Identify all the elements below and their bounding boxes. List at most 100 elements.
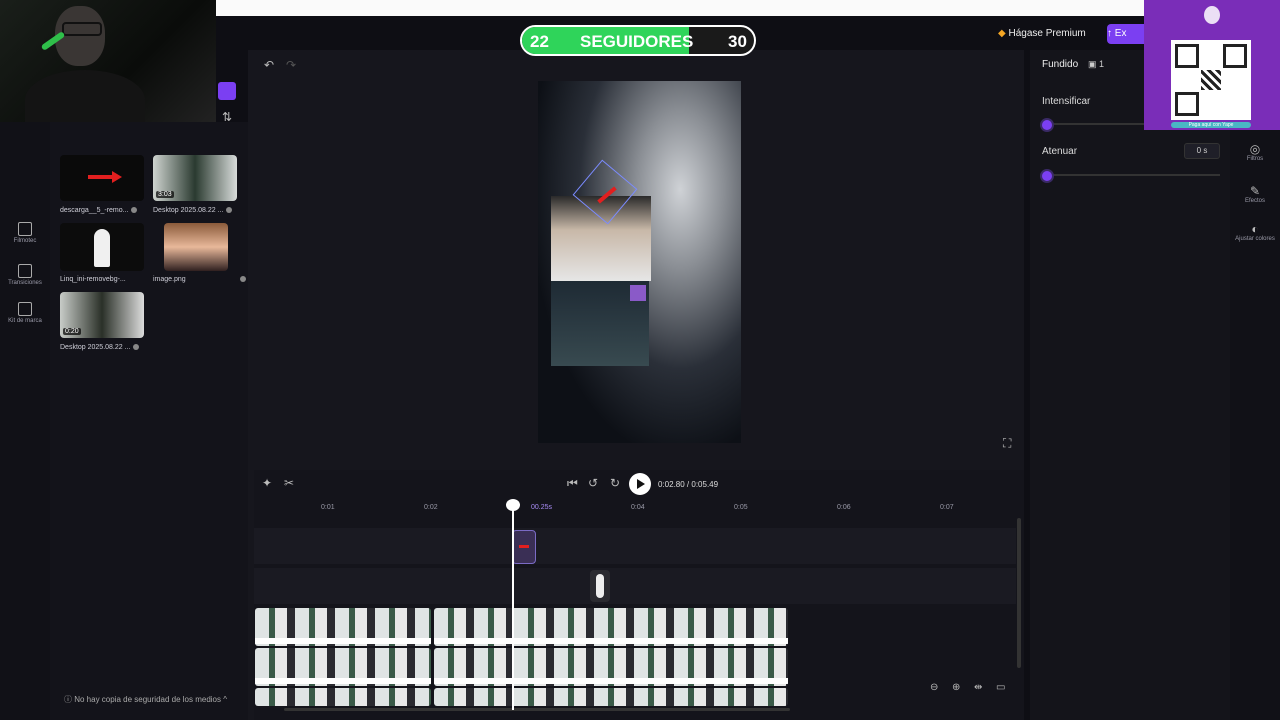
fade-out-label: Atenuar bbox=[1042, 146, 1078, 157]
zoom-in-icon[interactable]: ⊕ bbox=[952, 682, 960, 693]
chevron-up-icon: ^ bbox=[221, 695, 227, 704]
ruler-tick: 0:04 bbox=[631, 504, 645, 511]
ruler-tick: 0:07 bbox=[940, 504, 954, 511]
webcam-glasses bbox=[62, 22, 102, 36]
video-clip[interactable] bbox=[255, 608, 431, 646]
rail-item-label: Kit de marca bbox=[8, 318, 42, 324]
timeline-track bbox=[254, 648, 1016, 686]
counter-label: SEGUIDORES bbox=[580, 32, 694, 51]
check-icon bbox=[133, 344, 140, 351]
arrow-graphic-head bbox=[112, 171, 122, 183]
fullscreen-icon[interactable]: ⛶ bbox=[1003, 436, 1011, 451]
play-button[interactable] bbox=[629, 473, 651, 495]
export-button[interactable]: ↑ Ex bbox=[1107, 24, 1147, 44]
upload-icon: ↑ bbox=[1107, 28, 1115, 39]
media-caption: Desktop 2025.08.22 ... bbox=[153, 207, 233, 214]
diamond-icon: ◆ bbox=[998, 28, 1009, 39]
browser-top-bar bbox=[216, 0, 1144, 16]
scissors-icon[interactable]: ✂ bbox=[284, 476, 294, 490]
undo-icon[interactable]: ↶ bbox=[264, 58, 274, 72]
timeline-scrollbar[interactable] bbox=[1017, 518, 1021, 668]
panel-count: ▣ 1 bbox=[1088, 59, 1105, 69]
video-clip[interactable] bbox=[255, 648, 431, 686]
timeline-panel: ✦ ✂ ⏮ ↺ ↻ 0:02.80 / 0:05.49 0:01 0:02 00… bbox=[254, 470, 1024, 720]
fit-icon[interactable]: ⇹ bbox=[974, 682, 982, 693]
media-item[interactable] bbox=[60, 223, 144, 271]
video-clip[interactable] bbox=[255, 688, 431, 706]
media-item[interactable] bbox=[164, 223, 228, 271]
time-readout: 0:02.80 / 0:05.49 bbox=[658, 480, 719, 489]
qr-donation-overlay: Paga aquí con Yape bbox=[1144, 0, 1280, 130]
check-icon bbox=[131, 207, 138, 214]
magic-icon[interactable]: ✦ bbox=[262, 476, 272, 490]
rail-item-label: Filmotec bbox=[13, 238, 37, 244]
grid-icon bbox=[18, 222, 32, 236]
transitions-icon bbox=[18, 264, 32, 278]
fullscreen-timeline-icon[interactable]: ▭ bbox=[996, 682, 1005, 693]
counter-goal: 30 bbox=[728, 32, 747, 51]
check-icon bbox=[226, 207, 233, 214]
rail-item-transitions[interactable]: Transiciones bbox=[4, 264, 46, 286]
filters-button[interactable]: ◎ Filtros bbox=[1234, 142, 1276, 162]
playhead-handle[interactable] bbox=[506, 499, 520, 511]
fade-out-input[interactable]: 0 s bbox=[1184, 143, 1220, 159]
panel-title: Fundido bbox=[1042, 59, 1079, 70]
skip-back-icon[interactable]: ⏮ bbox=[567, 476, 578, 491]
webcam-overlay bbox=[0, 0, 216, 122]
media-item[interactable] bbox=[60, 155, 144, 201]
ruler-tick: 0:01 bbox=[321, 504, 335, 511]
media-caption: Desktop 2025.08.22 ... bbox=[60, 344, 140, 351]
video-clip[interactable] bbox=[434, 608, 788, 646]
media-caption: descarga__5_-remo... bbox=[60, 207, 138, 214]
arrow-clip-mark bbox=[519, 545, 529, 548]
media-item[interactable]: 3:03 bbox=[153, 155, 237, 201]
timeline-track bbox=[254, 608, 1016, 646]
video-preview[interactable] bbox=[538, 81, 741, 443]
effects-button[interactable]: ✎ Efectos bbox=[1234, 184, 1276, 204]
fade-in-knob[interactable] bbox=[1040, 118, 1054, 132]
webcam-person-body bbox=[25, 70, 145, 122]
fade-out-slider[interactable] bbox=[1046, 174, 1220, 176]
zoom-out-icon[interactable]: ⊖ bbox=[930, 682, 938, 693]
contrast-icon: ◐ bbox=[1251, 222, 1259, 236]
playhead[interactable] bbox=[506, 499, 520, 710]
fade-out-knob[interactable] bbox=[1040, 169, 1054, 183]
video-clip[interactable] bbox=[434, 648, 788, 686]
properties-panel: Fundido ▣ 1 Intensificar Atenuar 0 s bbox=[1030, 50, 1230, 720]
rail-item-filmotec[interactable]: Filmotec bbox=[4, 222, 46, 244]
check-icon bbox=[239, 276, 246, 283]
timeline-track bbox=[254, 528, 1016, 564]
counter-current: 22 bbox=[530, 32, 549, 51]
redo-icon[interactable]: ↷ bbox=[286, 58, 296, 72]
timeline-track bbox=[254, 568, 1016, 604]
rail-item-brand-kit[interactable]: Kit de marca bbox=[4, 302, 46, 324]
brand-kit-icon bbox=[18, 302, 32, 316]
adjust-colors-button[interactable]: ◐ Ajustar colores bbox=[1234, 222, 1276, 242]
premium-button[interactable]: ◆ Hágase Premium bbox=[998, 24, 1102, 44]
timeline-track bbox=[254, 688, 1016, 708]
media-caption: Linq_ini-removebg-... bbox=[60, 276, 126, 283]
rewind-icon[interactable]: ↺ bbox=[588, 476, 598, 490]
follower-counter: 22 SEGUIDORES 30 bbox=[520, 25, 756, 56]
sort-icon[interactable]: ⇅ bbox=[222, 110, 232, 124]
media-duration: 0:20 bbox=[63, 328, 81, 335]
media-item[interactable]: 0:20 bbox=[60, 292, 144, 338]
info-icon: ⓘ bbox=[64, 695, 75, 704]
backup-notice[interactable]: ⓘ No hay copia de seguridad de los medio… bbox=[64, 694, 227, 705]
layers-icon: ▣ bbox=[1088, 59, 1100, 69]
yape-logo bbox=[1204, 6, 1220, 24]
qr-code bbox=[1171, 40, 1251, 120]
timeline-hscroll[interactable] bbox=[284, 708, 790, 711]
forward-icon[interactable]: ↻ bbox=[610, 476, 620, 490]
arrow-graphic bbox=[88, 175, 114, 179]
arrow-clip[interactable] bbox=[512, 530, 536, 564]
left-rail: Filmotec Transiciones Kit de marca bbox=[0, 122, 50, 720]
chef-figure bbox=[94, 229, 110, 267]
fade-in-label: Intensificar bbox=[1042, 96, 1091, 107]
chef-clip[interactable] bbox=[590, 570, 610, 602]
media-duration: 3:03 bbox=[156, 191, 174, 198]
ruler-tick: 0:05 bbox=[734, 504, 748, 511]
video-clip[interactable] bbox=[434, 688, 788, 706]
record-button[interactable] bbox=[218, 82, 236, 100]
filters-icon: ◎ bbox=[1249, 142, 1261, 156]
